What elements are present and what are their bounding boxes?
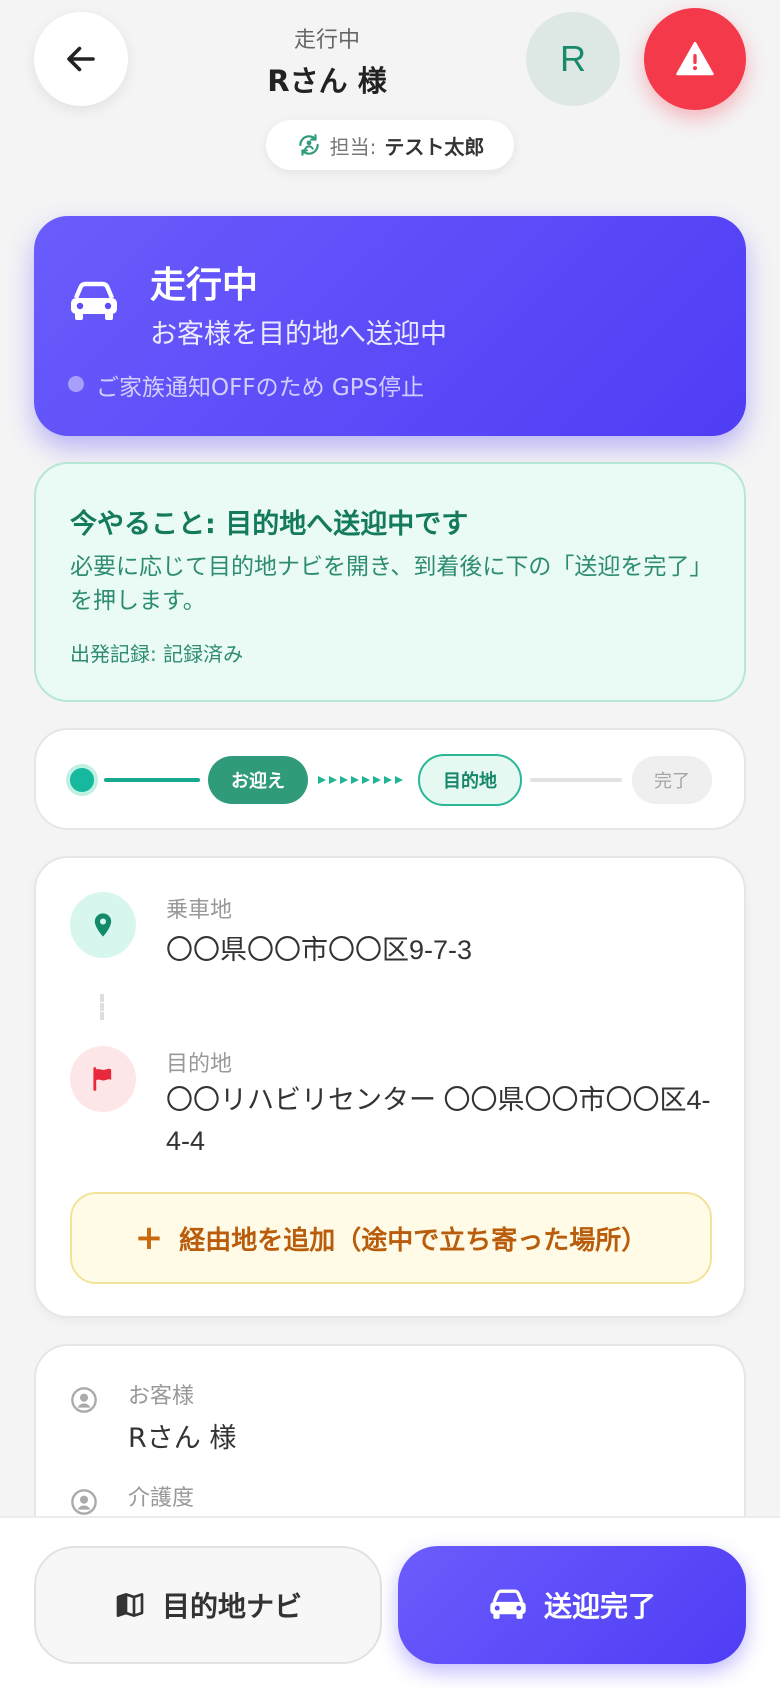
- status-subtitle: お客様を目的地へ送迎中: [150, 319, 447, 350]
- staff-name: テスト太郎: [384, 134, 485, 159]
- pickup-address: 〇〇県〇〇市〇〇区9-7-3: [166, 935, 473, 965]
- destination-marker: [70, 1046, 136, 1112]
- route-card: 乗車地 〇〇県〇〇市〇〇区9-7-3 目的地 〇〇リハビリセンター 〇〇県〇〇市…: [34, 856, 746, 1318]
- add-waypoint-label: 経由地を追加（途中で立ち寄った場所）: [179, 1225, 648, 1256]
- gps-status-dot: [68, 376, 84, 392]
- destination-address: 〇〇リハビリセンター 〇〇県〇〇市〇〇区4-4-4: [166, 1085, 711, 1156]
- departure-record: 出発記録: 記録済み: [70, 642, 244, 666]
- top-header: 走行中 Rさん 様 R 担当: テスト太郎: [0, 0, 780, 190]
- complete-trip-label: 送迎完了: [543, 1590, 656, 1623]
- progress-current-dot: [66, 764, 98, 796]
- progress-line-pending: [530, 778, 622, 782]
- plus-icon: +: [134, 1218, 164, 1258]
- sos-alert-button[interactable]: [644, 8, 746, 110]
- customer-label: お客様: [128, 1384, 195, 1409]
- person-icon: [71, 1489, 97, 1515]
- complete-trip-button[interactable]: 送迎完了: [398, 1546, 746, 1664]
- warning-triangle-icon: [676, 41, 714, 76]
- progress-step-destination: 目的地: [418, 754, 522, 806]
- progress-step-pickup: お迎え: [208, 756, 308, 804]
- map-pin-icon: [94, 913, 112, 937]
- destination-nav-button[interactable]: 目的地ナビ: [34, 1546, 382, 1664]
- person-icon: [71, 1387, 97, 1413]
- staff-sync-icon: [298, 134, 319, 156]
- customer-value: Rさん 様: [128, 1423, 237, 1454]
- pickup-marker: [70, 892, 136, 958]
- destination-label: 目的地: [166, 1052, 233, 1077]
- next-action-body: 必要に応じて目的地ナビを開き、到着後に下の「送迎を完了」を押します。: [70, 554, 701, 614]
- gps-note: ご家族通知OFFのため GPS停止: [96, 375, 425, 401]
- staff-label: 担当:: [329, 134, 377, 159]
- care-level-label: 介護度: [128, 1486, 195, 1511]
- next-action-card: 今やること: 目的地へ送迎中です 必要に応じて目的地ナビを開き、到着後に下の「送…: [34, 462, 746, 702]
- driving-status-card: 走行中 お客様を目的地へ送迎中 ご家族通知OFFのため GPS停止: [34, 216, 746, 436]
- flag-icon: [93, 1067, 112, 1091]
- map-icon: [116, 1593, 144, 1617]
- status-title: 走行中: [150, 265, 259, 306]
- progress-line-active: [318, 775, 410, 785]
- next-action-title: 今やること: 目的地へ送迎中です: [70, 509, 469, 540]
- pickup-label: 乗車地: [166, 898, 233, 923]
- route-connector: [100, 994, 104, 1020]
- progress-step-complete: 完了: [632, 756, 712, 804]
- progress-line-done: [104, 778, 200, 782]
- destination-nav-label: 目的地ナビ: [161, 1590, 302, 1623]
- avatar[interactable]: R: [526, 12, 620, 106]
- add-waypoint-button[interactable]: + 経由地を追加（途中で立ち寄った場所）: [70, 1192, 712, 1284]
- bottom-action-bar: 目的地ナビ 送迎完了: [0, 1516, 780, 1688]
- car-icon: [71, 281, 117, 320]
- trip-progress: お迎え 目的地 完了: [34, 728, 746, 830]
- car-icon: [490, 1589, 526, 1619]
- staff-badge: 担当: テスト太郎: [266, 120, 514, 170]
